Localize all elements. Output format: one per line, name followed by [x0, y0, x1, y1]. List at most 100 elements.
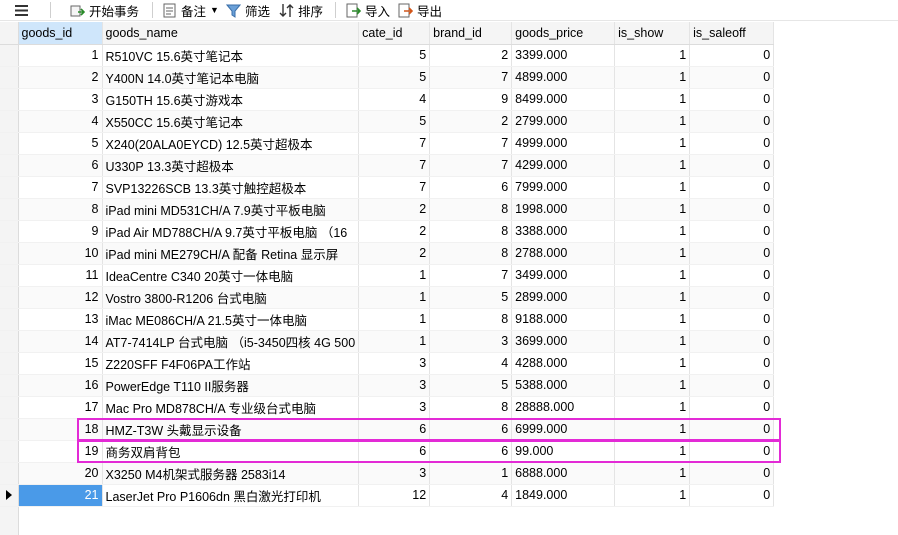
cell-cate-id[interactable]: 1 — [358, 308, 431, 331]
cell-goods-price[interactable]: 4299.000 — [511, 154, 616, 177]
cell-goods-name[interactable]: X3250 M4机架式服务器 2583i14 — [102, 462, 360, 485]
cell-is-saleoff[interactable]: 0 — [689, 264, 775, 287]
row-indicator[interactable] — [0, 352, 19, 375]
row-indicator[interactable] — [0, 308, 19, 331]
cell-goods-id[interactable]: 14 — [18, 330, 103, 353]
cell-brand-id[interactable]: 7 — [429, 264, 513, 287]
cell-goods-name[interactable]: iPad mini ME279CH/A 配备 Retina 显示屏 — [102, 242, 360, 265]
cell-goods-id[interactable]: 8 — [18, 198, 103, 221]
table-row[interactable]: 4 X550CC 15.6英寸笔记本 5 2 2799.000 1 0 — [0, 110, 775, 133]
cell-cate-id[interactable]: 6 — [358, 440, 431, 463]
cell-goods-name[interactable]: iPad mini MD531CH/A 7.9英寸平板电脑 — [102, 198, 360, 221]
cell-is-saleoff[interactable]: 0 — [689, 330, 775, 353]
cell-goods-name[interactable]: AT7-7414LP 台式电脑 （i5-3450四核 4G 500 — [102, 330, 360, 353]
cell-goods-name[interactable]: SVP13226SCB 13.3英寸触控超极本 — [102, 176, 360, 199]
row-indicator[interactable] — [0, 154, 19, 177]
cell-is-show[interactable]: 1 — [614, 198, 691, 221]
cell-goods-price[interactable]: 9188.000 — [511, 308, 616, 331]
cell-brand-id[interactable]: 5 — [429, 374, 513, 397]
cell-is-show[interactable]: 1 — [614, 352, 691, 375]
cell-cate-id[interactable]: 2 — [358, 242, 431, 265]
cell-cate-id[interactable]: 1 — [358, 264, 431, 287]
row-indicator[interactable] — [0, 286, 19, 309]
cell-brand-id[interactable]: 8 — [429, 198, 513, 221]
cell-cate-id[interactable]: 2 — [358, 198, 431, 221]
cell-cate-id[interactable]: 7 — [358, 132, 431, 155]
cell-goods-price[interactable]: 6999.000 — [511, 418, 616, 441]
import-button[interactable]: 导入 — [346, 1, 390, 19]
cell-is-show[interactable]: 1 — [614, 66, 691, 89]
cell-goods-name[interactable]: iMac ME086CH/A 21.5英寸一体电脑 — [102, 308, 360, 331]
table-row[interactable]: 15 Z220SFF F4F06PA工作站 3 4 4288.000 1 0 — [0, 352, 775, 375]
cell-is-saleoff[interactable]: 0 — [689, 154, 775, 177]
cell-goods-name[interactable]: 商务双肩背包 — [102, 440, 360, 463]
cell-goods-price[interactable]: 4899.000 — [511, 66, 616, 89]
cell-goods-name[interactable]: R510VC 15.6英寸笔记本 — [102, 44, 360, 67]
cell-brand-id[interactable]: 7 — [429, 154, 513, 177]
cell-goods-name[interactable]: iPad Air MD788CH/A 9.7英寸平板电脑 （16 — [102, 220, 360, 243]
cell-is-saleoff[interactable]: 0 — [689, 484, 775, 507]
cell-goods-id[interactable]: 4 — [18, 110, 103, 133]
cell-is-show[interactable]: 1 — [614, 462, 691, 485]
cell-cate-id[interactable]: 5 — [358, 110, 431, 133]
cell-goods-id[interactable]: 12 — [18, 286, 103, 309]
cell-goods-price[interactable]: 8499.000 — [511, 88, 616, 111]
row-indicator[interactable] — [0, 176, 19, 199]
cell-brand-id[interactable]: 4 — [429, 352, 513, 375]
cell-goods-price[interactable]: 2788.000 — [511, 242, 616, 265]
cell-is-show[interactable]: 1 — [614, 440, 691, 463]
cell-goods-price[interactable]: 28888.000 — [511, 396, 616, 419]
cell-goods-price[interactable]: 3499.000 — [511, 264, 616, 287]
cell-goods-name[interactable]: X240(20ALA0EYCD) 12.5英寸超极本 — [102, 132, 360, 155]
export-button[interactable]: 导出 — [398, 1, 442, 19]
row-indicator[interactable] — [0, 66, 19, 89]
sort-button[interactable]: 排序 — [279, 1, 323, 19]
cell-goods-price[interactable]: 4999.000 — [511, 132, 616, 155]
cell-goods-id[interactable]: 10 — [18, 242, 103, 265]
cell-goods-name[interactable]: Mac Pro MD878CH/A 专业级台式电脑 — [102, 396, 360, 419]
row-indicator[interactable] — [0, 484, 19, 507]
cell-goods-id[interactable]: 13 — [18, 308, 103, 331]
table-row[interactable]: 12 Vostro 3800-R1206 台式电脑 1 5 2899.000 1 0 — [0, 286, 775, 309]
cell-is-show[interactable]: 1 — [614, 374, 691, 397]
row-indicator[interactable] — [0, 396, 19, 419]
cell-goods-name[interactable]: G150TH 15.6英寸游戏本 — [102, 88, 360, 111]
row-indicator[interactable] — [0, 220, 19, 243]
cell-is-saleoff[interactable]: 0 — [689, 308, 775, 331]
cell-goods-name[interactable]: IdeaCentre C340 20英寸一体电脑 — [102, 264, 360, 287]
cell-cate-id[interactable]: 6 — [358, 418, 431, 441]
cell-goods-price[interactable]: 3388.000 — [511, 220, 616, 243]
cell-brand-id[interactable]: 2 — [429, 44, 513, 67]
cell-cate-id[interactable]: 3 — [358, 396, 431, 419]
cell-goods-price[interactable]: 6888.000 — [511, 462, 616, 485]
row-indicator[interactable] — [0, 264, 19, 287]
cell-is-show[interactable]: 1 — [614, 418, 691, 441]
cell-goods-id[interactable]: 16 — [18, 374, 103, 397]
row-indicator[interactable] — [0, 44, 19, 67]
cell-goods-price[interactable]: 2799.000 — [511, 110, 616, 133]
cell-brand-id[interactable]: 4 — [429, 484, 513, 507]
cell-goods-price[interactable]: 2899.000 — [511, 286, 616, 309]
cell-goods-id[interactable]: 2 — [18, 66, 103, 89]
row-indicator[interactable] — [0, 132, 19, 155]
cell-brand-id[interactable]: 6 — [429, 440, 513, 463]
cell-is-show[interactable]: 1 — [614, 264, 691, 287]
cell-brand-id[interactable]: 6 — [429, 418, 513, 441]
row-indicator[interactable] — [0, 374, 19, 397]
cell-is-saleoff[interactable]: 0 — [689, 462, 775, 485]
cell-cate-id[interactable]: 3 — [358, 352, 431, 375]
cell-brand-id[interactable]: 2 — [429, 110, 513, 133]
cell-goods-name[interactable]: Z220SFF F4F06PA工作站 — [102, 352, 360, 375]
column-header-is-saleoff[interactable]: is_saleoff — [689, 22, 775, 45]
cell-brand-id[interactable]: 5 — [429, 286, 513, 309]
cell-goods-name[interactable]: Vostro 3800-R1206 台式电脑 — [102, 286, 360, 309]
column-header-goods-id[interactable]: goods_id — [18, 22, 103, 45]
cell-is-saleoff[interactable]: 0 — [689, 176, 775, 199]
table-row[interactable]: 9 iPad Air MD788CH/A 9.7英寸平板电脑 （16 2 8 3388.… — [0, 220, 775, 243]
table-row[interactable]: 2 Y400N 14.0英寸笔记本电脑 5 7 4899.000 1 0 — [0, 66, 775, 89]
cell-is-saleoff[interactable]: 0 — [689, 220, 775, 243]
cell-goods-id[interactable]: 18 — [18, 418, 103, 441]
cell-goods-name[interactable]: LaserJet Pro P1606dn 黑白激光打印机 — [102, 484, 360, 507]
table-row[interactable]: 19 商务双肩背包 6 6 99.000 1 0 — [0, 440, 775, 463]
table-row[interactable]: 6 U330P 13.3英寸超极本 7 7 4299.000 1 0 — [0, 154, 775, 177]
